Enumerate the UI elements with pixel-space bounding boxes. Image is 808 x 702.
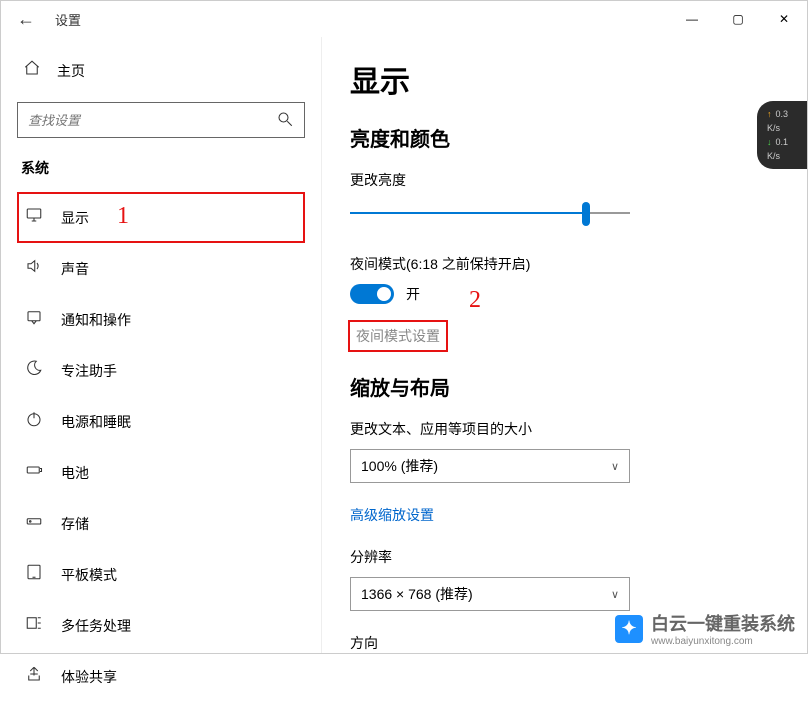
sidebar-item-display[interactable]: 显示 bbox=[17, 192, 305, 243]
resolution-label: 分辨率 bbox=[350, 547, 791, 567]
netspeed-overlay: 0.3 K/s 0.1 K/s bbox=[757, 101, 807, 169]
sidebar-item-label: 平板模式 bbox=[61, 565, 117, 585]
nightlight-settings-link[interactable]: 夜间模式设置 bbox=[350, 322, 446, 350]
sidebar-item-focus[interactable]: 专注助手 bbox=[17, 345, 305, 396]
storage-icon bbox=[25, 512, 43, 535]
resolution-dropdown[interactable]: 1366 × 768 (推荐) ∨ bbox=[350, 577, 630, 611]
page-title: 显示 bbox=[350, 57, 791, 101]
sidebar: 主页 系统 显示 声音 通知和操作 专注助手 电源和 bbox=[1, 37, 321, 653]
close-button[interactable]: ✕ bbox=[761, 3, 807, 35]
annotation-1: 1 bbox=[117, 203, 129, 230]
sidebar-item-label: 电池 bbox=[61, 463, 89, 483]
chevron-down-icon: ∨ bbox=[611, 588, 619, 601]
moon-icon bbox=[25, 359, 43, 382]
watermark-url: www.baiyunxitong.com bbox=[651, 636, 795, 647]
sidebar-item-label: 存储 bbox=[61, 514, 89, 534]
scale-value: 100% (推荐) bbox=[361, 456, 438, 476]
sidebar-item-notifications[interactable]: 通知和操作 bbox=[17, 294, 305, 345]
maximize-button[interactable]: ▢ bbox=[715, 3, 761, 35]
scale-label: 更改文本、应用等项目的大小 bbox=[350, 419, 791, 439]
search-input[interactable] bbox=[28, 113, 276, 128]
sidebar-item-power[interactable]: 电源和睡眠 bbox=[17, 396, 305, 447]
window-controls: — ▢ ✕ bbox=[669, 3, 807, 35]
slider-thumb[interactable] bbox=[582, 202, 590, 226]
sidebar-item-label: 显示 bbox=[61, 208, 89, 228]
home-label: 主页 bbox=[57, 61, 85, 81]
scale-dropdown[interactable]: 100% (推荐) ∨ bbox=[350, 449, 630, 483]
sidebar-item-tablet[interactable]: 平板模式 bbox=[17, 549, 305, 600]
tablet-icon bbox=[25, 563, 43, 586]
home-button[interactable]: 主页 bbox=[17, 49, 305, 92]
battery-icon bbox=[25, 461, 43, 484]
sidebar-section-label: 系统 bbox=[21, 158, 305, 178]
chevron-down-icon: ∨ bbox=[611, 460, 619, 473]
sidebar-item-label: 专注助手 bbox=[61, 361, 117, 381]
watermark-text: 白云一键重装系统 bbox=[651, 614, 795, 634]
sidebar-item-sharing[interactable]: 体验共享 bbox=[17, 651, 305, 702]
watermark: ✦ 白云一键重装系统 www.baiyunxitong.com bbox=[615, 610, 795, 647]
sidebar-item-storage[interactable]: 存储 bbox=[17, 498, 305, 549]
share-icon bbox=[25, 665, 43, 688]
window-title: 设置 bbox=[55, 10, 81, 29]
back-button[interactable]: ← bbox=[17, 9, 35, 30]
sidebar-item-battery[interactable]: 电池 bbox=[17, 447, 305, 498]
search-icon bbox=[276, 110, 294, 131]
brightness-label: 更改亮度 bbox=[350, 170, 791, 190]
brightness-slider[interactable] bbox=[350, 200, 630, 228]
home-icon bbox=[23, 59, 41, 82]
nightlight-toggle-label: 开 bbox=[406, 284, 420, 304]
resolution-value: 1366 × 768 (推荐) bbox=[361, 584, 473, 604]
minimize-button[interactable]: — bbox=[669, 3, 715, 35]
download-speed: 0.1 K/s bbox=[767, 135, 801, 163]
notification-icon bbox=[25, 308, 43, 331]
scale-section-title: 缩放与布局 bbox=[350, 372, 791, 401]
sidebar-item-label: 体验共享 bbox=[61, 667, 117, 687]
monitor-icon bbox=[25, 206, 43, 229]
sidebar-item-label: 通知和操作 bbox=[61, 310, 131, 330]
watermark-logo-icon: ✦ bbox=[615, 615, 643, 643]
power-icon bbox=[25, 410, 43, 433]
nightlight-toggle[interactable] bbox=[350, 284, 394, 304]
titlebar: ← 设置 — ▢ ✕ bbox=[1, 1, 807, 37]
speaker-icon bbox=[25, 257, 43, 280]
upload-speed: 0.3 K/s bbox=[767, 107, 801, 135]
multitask-icon bbox=[25, 614, 43, 637]
sidebar-item-label: 电源和睡眠 bbox=[61, 412, 131, 432]
sidebar-item-label: 多任务处理 bbox=[61, 616, 131, 636]
search-box[interactable] bbox=[17, 102, 305, 138]
content-pane: 显示 亮度和颜色 更改亮度 夜间模式(6:18 之前保持开启) 开 夜间模式设置… bbox=[321, 37, 807, 653]
advanced-scale-link[interactable]: 高级缩放设置 bbox=[350, 505, 791, 525]
sidebar-item-label: 声音 bbox=[61, 259, 89, 279]
brightness-section-title: 亮度和颜色 bbox=[350, 123, 791, 152]
annotation-2: 2 bbox=[469, 287, 481, 314]
sidebar-item-sound[interactable]: 声音 bbox=[17, 243, 305, 294]
sidebar-item-multitask[interactable]: 多任务处理 bbox=[17, 600, 305, 651]
nightlight-label: 夜间模式(6:18 之前保持开启) bbox=[350, 254, 791, 274]
